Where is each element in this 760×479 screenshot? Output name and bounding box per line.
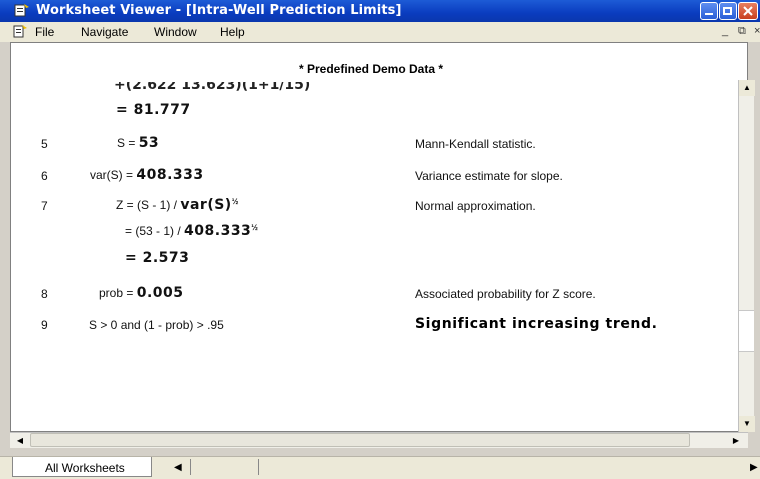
scroll-left-button[interactable]: ◀ (12, 433, 28, 448)
vertical-scroll-thumb[interactable] (739, 310, 754, 352)
row-description: Mann-Kendall statistic. (415, 137, 536, 151)
mdi-restore-icon[interactable]: ⧉ (738, 25, 746, 38)
row-number: 7 (41, 199, 48, 213)
menu-file[interactable]: File (35, 25, 54, 39)
row-number: 8 (41, 287, 48, 301)
scroll-corner (748, 432, 760, 448)
document-icon[interactable] (13, 25, 27, 38)
row-description: Associated probability for Z score. (415, 287, 596, 301)
row-expression: prob = 0.005 (99, 285, 184, 301)
menu-bar: File Navigate Window Help _ ⧉ × (0, 22, 760, 42)
partial-formula-line: +(2.622 13.623)(1+1/15) (114, 77, 311, 93)
menu-help[interactable]: Help (220, 25, 245, 39)
tab-divider (190, 459, 191, 475)
horizontal-scrollbar[interactable]: ◀ ▶ (10, 432, 748, 448)
row-number: 9 (41, 318, 48, 332)
vertical-scrollbar[interactable]: ▲ ▼ (738, 80, 755, 432)
row-number: 5 (41, 137, 48, 151)
close-icon (743, 6, 753, 16)
tab-scroll-right-icon[interactable]: ▶ (750, 462, 758, 473)
tab-scroll-left-icon[interactable]: ◀ (174, 462, 182, 473)
mdi-minimize-icon[interactable]: _ (722, 25, 728, 37)
app-icon[interactable] (14, 3, 30, 18)
row-expression: var(S) = 408.333 (90, 167, 204, 183)
scroll-down-button[interactable]: ▼ (739, 416, 755, 432)
row-expression: Z = (S - 1) / var(S)½ (116, 197, 239, 213)
worksheet-pane[interactable]: * Predefined Demo Data * +(2.622 13.623)… (10, 42, 748, 432)
minimize-button[interactable] (700, 2, 718, 20)
tab-divider (258, 459, 259, 475)
worksheet-tab-bar: All Worksheets ◀ ▶ (0, 456, 760, 479)
horizontal-scroll-thumb[interactable] (30, 433, 690, 447)
trend-conclusion: Significant increasing trend. (415, 316, 658, 332)
row-expression: S = 53 (117, 135, 160, 151)
worksheet-header: * Predefined Demo Data * (298, 62, 444, 76)
window-title: Worksheet Viewer - [Intra-Well Predictio… (36, 3, 402, 18)
title-bar: Worksheet Viewer - [Intra-Well Predictio… (0, 0, 760, 22)
row-description: Normal approximation. (415, 199, 536, 213)
mdi-close-icon[interactable]: × (754, 25, 760, 37)
row-number: 6 (41, 169, 48, 183)
menu-navigate[interactable]: Navigate (81, 25, 128, 39)
menu-window[interactable]: Window (154, 25, 197, 39)
result-line: = 81.777 (116, 102, 191, 118)
close-button[interactable] (738, 2, 758, 20)
scroll-right-button[interactable]: ▶ (728, 433, 744, 448)
row-description: Variance estimate for slope. (415, 169, 563, 183)
z-result-line: = 2.573 (125, 250, 190, 266)
restore-button[interactable] (719, 2, 737, 20)
z-substitution-line: = (53 - 1) / 408.333½ (125, 223, 258, 239)
tab-all-worksheets[interactable]: All Worksheets (12, 457, 152, 477)
row-expression: S > 0 and (1 - prob) > .95 (89, 318, 224, 332)
scroll-up-button[interactable]: ▲ (739, 80, 755, 96)
